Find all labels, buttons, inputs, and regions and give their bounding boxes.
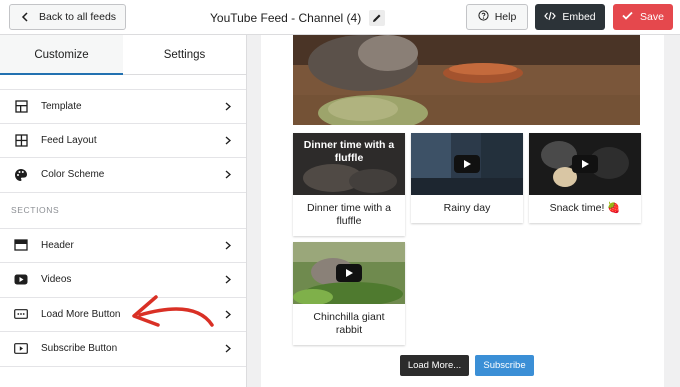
video-caption: Snack time! 🍓	[549, 202, 621, 214]
tab-settings[interactable]: Settings	[123, 35, 246, 74]
embed-button[interactable]: Embed	[535, 4, 605, 30]
code-icon	[544, 11, 557, 24]
top-bar: Back to all feeds YouTube Feed - Channel…	[0, 0, 680, 35]
chevron-right-icon	[224, 240, 232, 250]
question-circle-icon	[478, 10, 489, 24]
video-thumbnail[interactable]	[293, 242, 405, 304]
sidebar-item-feed-layout[interactable]: Feed Layout	[0, 124, 246, 158]
video-caption: Chinchilla giant rabbit	[313, 311, 385, 336]
featured-video-image	[293, 35, 640, 125]
chevron-right-icon	[224, 344, 232, 354]
annotation-arrow-icon	[132, 295, 214, 327]
sections-heading: SECTIONS	[0, 193, 246, 229]
feed-preview: Dinner time with a fluffle Dinner time w…	[261, 35, 664, 387]
sidebar-item-label: Feed Layout	[41, 134, 97, 146]
video-card[interactable]: Chinchilla giant rabbit	[293, 242, 405, 345]
video-card[interactable]: Rainy day	[411, 133, 523, 223]
tab-customize[interactable]: Customize	[0, 35, 123, 75]
video-caption: Dinner time with a fluffle	[306, 202, 392, 227]
play-button-icon[interactable]	[572, 155, 598, 173]
grid-layout-icon	[14, 133, 28, 147]
video-caption: Rainy day	[443, 202, 491, 214]
subscribe-icon	[14, 342, 28, 356]
tab-label: Settings	[163, 48, 206, 61]
chevron-right-icon	[224, 170, 232, 180]
featured-video-thumbnail[interactable]	[293, 35, 640, 125]
sidebar-item-template[interactable]: Template	[0, 89, 246, 124]
palette-icon	[14, 168, 28, 182]
feed-title: YouTube Feed - Channel (4)	[210, 10, 362, 25]
embed-label: Embed	[562, 11, 596, 23]
chevron-right-icon	[224, 275, 232, 285]
sidebar-item-label: Template	[41, 100, 82, 112]
chevron-right-icon	[224, 309, 232, 319]
save-label: Save	[640, 11, 664, 23]
pencil-icon[interactable]	[369, 9, 386, 26]
checkmark-icon	[622, 11, 633, 23]
sidebar-item-label: Load More Button	[41, 308, 121, 320]
video-thumbnail[interactable]: Dinner time with a fluffle	[293, 133, 405, 195]
load-more-button[interactable]: Load More...	[400, 355, 469, 376]
sidebar-item-header[interactable]: Header	[0, 229, 246, 263]
video-thumbnail[interactable]	[529, 133, 641, 195]
sidebar-item-label: Videos	[41, 274, 72, 286]
feed-title-area: YouTube Feed - Channel (4)	[210, 0, 386, 35]
back-button-label: Back to all feeds	[39, 11, 117, 23]
chevron-right-icon	[224, 135, 232, 145]
sidebar-tabs: Customize Settings	[0, 35, 246, 75]
play-button-icon[interactable]	[454, 155, 480, 173]
tab-label: Customize	[34, 48, 89, 61]
template-icon	[14, 99, 28, 113]
chevron-left-icon	[20, 12, 30, 22]
save-button[interactable]: Save	[613, 4, 673, 30]
video-card[interactable]: Dinner time with a fluffle Dinner time w…	[293, 133, 405, 236]
sidebar-item-label: Header	[41, 239, 74, 251]
subscribe-button[interactable]: Subscribe	[475, 355, 534, 376]
help-label: Help	[494, 11, 517, 23]
sidebar-item-color-scheme[interactable]: Color Scheme	[0, 158, 246, 193]
sidebar-item-label: Color Scheme	[41, 169, 105, 181]
video-thumbnail[interactable]	[411, 133, 523, 195]
video-overlay-title: Dinner time with a fluffle	[303, 139, 395, 164]
sidebar-item-label: Subscribe Button	[41, 343, 118, 355]
help-button[interactable]: Help	[466, 4, 528, 30]
video-card[interactable]: Snack time! 🍓	[529, 133, 641, 223]
header-icon	[14, 238, 28, 252]
youtube-play-icon	[14, 273, 28, 287]
load-more-icon	[14, 307, 28, 321]
play-button-icon[interactable]	[336, 264, 362, 282]
back-to-feeds-button[interactable]: Back to all feeds	[9, 4, 126, 30]
sidebar-item-subscribe-button[interactable]: Subscribe Button	[0, 332, 246, 367]
chevron-right-icon	[224, 101, 232, 111]
